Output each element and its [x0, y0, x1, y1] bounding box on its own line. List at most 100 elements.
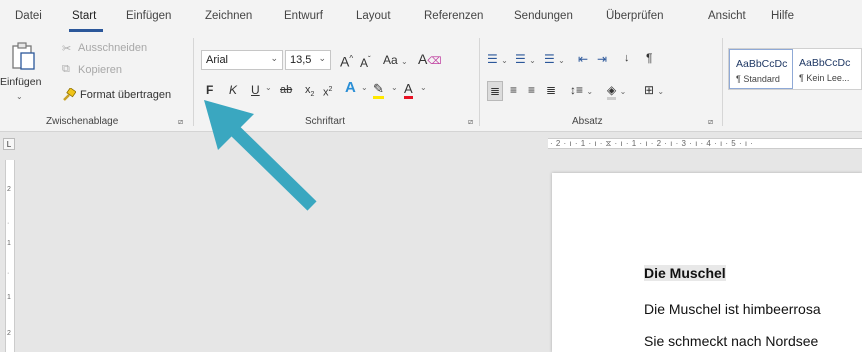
- increase-indent-button[interactable]: ⇥: [597, 50, 607, 68]
- show-formatting-button[interactable]: ¶: [646, 49, 652, 67]
- ruler-mark: ·: [7, 270, 10, 277]
- copy-label: Kopieren: [78, 64, 123, 76]
- font-launcher-icon[interactable]: ⧄: [468, 117, 473, 127]
- copy-icon: ⧉: [62, 63, 70, 75]
- line-spacing-icon: ↕≡: [570, 83, 584, 97]
- ruler-mark: 2: [7, 186, 11, 193]
- document-page[interactable]: Die Muschel Die Muschel ist himbeerrosa …: [552, 173, 862, 352]
- style-no-spacing[interactable]: AaBbCcDc ¶ Kein Lee...: [793, 49, 862, 89]
- change-case-icon: Aa: [383, 53, 398, 67]
- ruler-mark: ·: [7, 220, 10, 227]
- tab-layout[interactable]: Layout: [356, 10, 391, 22]
- paragraph-launcher-icon[interactable]: ⧄: [708, 117, 713, 127]
- tab-datei[interactable]: Datei: [15, 10, 42, 22]
- underline-button[interactable]: U: [251, 81, 260, 99]
- grow-font-button[interactable]: A^: [340, 50, 353, 71]
- clear-formatting-button[interactable]: A⌫: [418, 50, 441, 71]
- tab-referenzen[interactable]: Referenzen: [424, 10, 483, 22]
- align-center-button[interactable]: ≡: [510, 81, 517, 99]
- bullet-list-icon: ☰: [487, 52, 498, 66]
- style-sample: AaBbCcDc: [736, 58, 788, 70]
- font-color-icon: A: [404, 82, 413, 99]
- vertical-ruler[interactable]: 2 · 1 · 1 2: [5, 160, 15, 352]
- decrease-indent-icon: ⇤: [578, 52, 589, 66]
- align-right-icon: ≡: [528, 83, 536, 97]
- italic-button[interactable]: K: [229, 81, 237, 99]
- underline-dropdown-icon[interactable]: ⌄: [265, 83, 272, 92]
- superscript-button[interactable]: x2: [323, 81, 332, 102]
- font-color-dropdown-icon[interactable]: ⌄: [420, 83, 427, 92]
- align-left-icon: ≣: [490, 84, 501, 98]
- strikethrough-button[interactable]: ab: [280, 81, 292, 99]
- paste-dropdown-icon[interactable]: ⌄: [16, 92, 23, 101]
- style-name: ¶ Kein Lee...: [799, 73, 850, 83]
- style-standard[interactable]: AaBbCcDc ¶ Standard: [729, 49, 793, 89]
- group-divider: [193, 38, 194, 126]
- shrink-font-button[interactable]: Aˇ: [360, 51, 371, 72]
- align-left-button[interactable]: ≣: [487, 81, 504, 101]
- document-line[interactable]: Sie schmeckt nach Nordsee: [644, 333, 818, 349]
- font-name-combobox[interactable]: Arial ⌄: [201, 50, 283, 70]
- chevron-down-icon: ⌄: [270, 53, 278, 63]
- tab-selector-button[interactable]: L: [3, 138, 15, 150]
- tab-zeichnen[interactable]: Zeichnen: [205, 10, 252, 22]
- numbered-list-icon: ☰: [515, 52, 526, 66]
- multilevel-list-icon: ☰: [544, 52, 555, 66]
- tab-start[interactable]: Start: [72, 10, 96, 22]
- document-line[interactable]: Die Muschel ist himbeerrosa: [644, 301, 821, 317]
- grow-font-icon: A: [340, 53, 350, 70]
- cut-label: Ausschneiden: [78, 42, 148, 54]
- tab-einfuegen[interactable]: Einfügen: [126, 10, 171, 22]
- style-name: ¶ Standard: [736, 74, 780, 84]
- font-name-value: Arial: [206, 54, 229, 66]
- active-tab-indicator: [69, 29, 103, 32]
- format-painter-label: Format übertragen: [80, 89, 172, 101]
- group-divider: [722, 38, 723, 126]
- multilevel-list-button[interactable]: ☰ ⌄: [544, 50, 565, 70]
- change-case-button[interactable]: Aa ⌄: [383, 51, 408, 71]
- bold-button[interactable]: F: [206, 81, 213, 99]
- clipboard-icon: [12, 42, 35, 70]
- justify-button[interactable]: ≣: [546, 81, 556, 99]
- borders-icon: ⊞: [644, 83, 655, 97]
- line-spacing-button[interactable]: ↕≡ ⌄: [570, 81, 593, 101]
- text-effects-button[interactable]: A: [345, 79, 356, 97]
- sort-icon: ↓: [624, 52, 630, 64]
- highlight-dropdown-icon[interactable]: ⌄: [391, 83, 398, 92]
- highlighter-icon: ✎: [373, 82, 384, 99]
- document-heading[interactable]: Die Muschel: [644, 265, 726, 281]
- subscript-button[interactable]: x2: [305, 81, 314, 104]
- ruler-mark: 1: [7, 240, 11, 247]
- font-size-value: 13,5: [290, 54, 312, 66]
- bullets-button[interactable]: ☰ ⌄: [487, 50, 508, 70]
- text-effects-dropdown-icon[interactable]: ⌄: [361, 83, 368, 92]
- align-right-button[interactable]: ≡: [528, 81, 535, 99]
- paragraph-group-label: Absatz: [572, 116, 603, 127]
- tab-entwurf[interactable]: Entwurf: [284, 10, 323, 22]
- font-color-button[interactable]: A: [404, 80, 413, 99]
- tab-ansicht[interactable]: Ansicht: [708, 10, 746, 22]
- clear-formatting-icon: A⌫: [418, 51, 442, 67]
- clipboard-group-label: Zwischenablage: [46, 116, 119, 127]
- borders-button[interactable]: ⊞ ⌄: [644, 81, 664, 101]
- tab-sendungen[interactable]: Sendungen: [514, 10, 573, 22]
- highlight-button[interactable]: ✎: [373, 80, 384, 99]
- increase-indent-icon: ⇥: [597, 52, 608, 66]
- ribbon: Einfügen ⌄ ✂ Ausschneiden ⧉ Kopieren For…: [0, 34, 862, 132]
- styles-gallery: AaBbCcDc ¶ Standard AaBbCcDc ¶ Kein Lee.…: [728, 48, 862, 90]
- ruler-scale: · 2 · ı · 1 · ı · ⧖ · ı · 1 · ı · 2 · ı …: [550, 139, 754, 148]
- clipboard-launcher-icon[interactable]: ⧄: [178, 117, 183, 127]
- horizontal-ruler[interactable]: · 2 · ı · 1 · ı · ⧖ · ı · 1 · ı · 2 · ı …: [548, 138, 862, 149]
- font-size-combobox[interactable]: 13,5 ⌄: [285, 50, 331, 70]
- shading-button[interactable]: ◈ ⌄: [607, 81, 626, 101]
- scissors-icon: ✂: [62, 43, 72, 55]
- ribbon-tabs: Datei Start Einfügen Zeichnen Entwurf La…: [0, 0, 862, 34]
- sort-button[interactable]: ↓: [624, 49, 630, 67]
- font-group-label: Schriftart: [305, 116, 346, 127]
- numbering-button[interactable]: ☰ ⌄: [515, 50, 536, 70]
- paint-bucket-icon: ◈: [607, 84, 617, 100]
- tab-hilfe[interactable]: Hilfe: [771, 10, 794, 22]
- tab-ueberpruefen[interactable]: Überprüfen: [606, 10, 664, 22]
- paste-button[interactable]: Einfügen ⌄: [0, 40, 44, 101]
- decrease-indent-button[interactable]: ⇤: [578, 50, 588, 68]
